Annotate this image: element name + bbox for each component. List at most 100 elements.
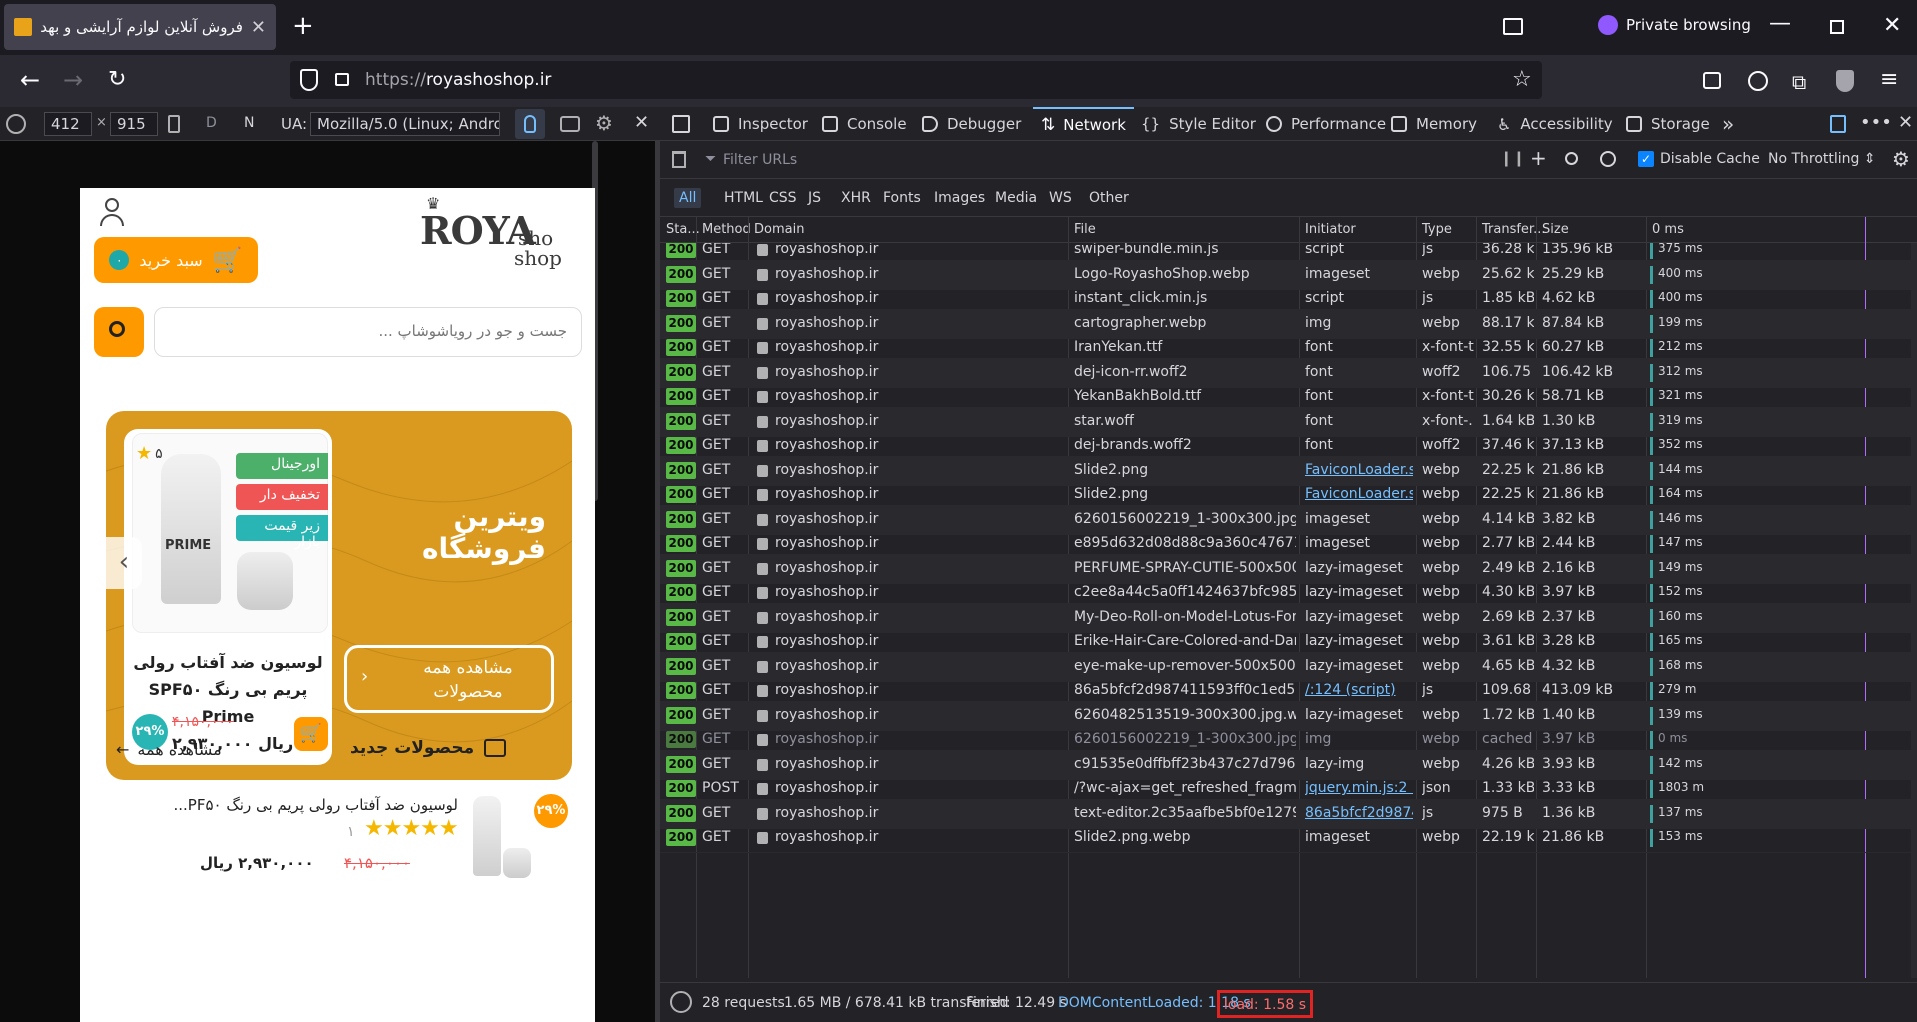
list-product-name[interactable]: لوسیون ضد آفتاب رولی پریم بی رنگ PF۵۰... xyxy=(158,796,458,814)
pocket-icon[interactable] xyxy=(1703,72,1721,89)
user-account-icon[interactable] xyxy=(100,198,124,226)
filter-all[interactable]: All xyxy=(674,188,702,208)
col-waterfall[interactable]: 0 ms xyxy=(1652,222,1684,237)
tab-console-label: Console xyxy=(847,115,907,133)
add-request-blocking-icon[interactable]: + xyxy=(1530,146,1547,170)
filter-media[interactable]: Media xyxy=(990,188,1042,208)
product-card[interactable]: PRIME ★ ۵ اورجینال تخفیف دار زیر قیمت با… xyxy=(124,429,332,765)
tab-inspector[interactable]: Inspector xyxy=(713,107,808,141)
filter-ws[interactable]: WS xyxy=(1044,188,1077,208)
secure-lock-icon xyxy=(757,562,768,575)
slider-prev-arrow[interactable]: ‹ xyxy=(106,537,142,589)
add-to-cart-button[interactable]: 🛒 xyxy=(294,717,328,751)
close-window-icon[interactable]: ✕ xyxy=(1883,14,1901,38)
tab-performance[interactable]: Performance xyxy=(1266,107,1386,141)
tab-debugger[interactable]: Debugger xyxy=(922,107,1021,141)
cell-initiator: font xyxy=(1305,412,1333,429)
search-button[interactable] xyxy=(94,307,144,357)
search-input[interactable]: جست و جو در رویاشوشاپ ... xyxy=(154,307,582,357)
close-rdm-icon[interactable]: ✕ xyxy=(634,112,649,133)
rotate-viewport-icon[interactable] xyxy=(168,115,180,133)
filter-js[interactable]: JS xyxy=(803,188,826,208)
filter-xhr[interactable]: XHR xyxy=(836,188,876,208)
view-all-products-button[interactable]: مشاهده همه محصولات ‹ xyxy=(344,645,554,713)
block-requests-icon[interactable] xyxy=(1600,151,1616,167)
network-settings-gear-icon[interactable]: ⚙ xyxy=(1892,147,1910,171)
col-status[interactable]: Sta... xyxy=(666,222,700,237)
dock-side-icon[interactable] xyxy=(1830,115,1846,133)
account-icon[interactable] xyxy=(1748,71,1768,91)
url-bar[interactable]: https://royashoshop.ir ☆ xyxy=(290,61,1542,99)
privacy-badger-icon[interactable] xyxy=(1836,70,1854,92)
col-domain[interactable]: Domain xyxy=(754,222,804,237)
touch-simulation-button[interactable] xyxy=(515,109,545,139)
lock-icon[interactable] xyxy=(335,73,349,86)
restore-icon[interactable] xyxy=(1830,20,1844,34)
filter-other[interactable]: Other xyxy=(1084,188,1134,208)
reload-icon[interactable]: ↻ xyxy=(108,68,126,92)
back-icon[interactable]: ← xyxy=(20,68,40,92)
col-size[interactable]: Size xyxy=(1542,222,1569,237)
menu-icon[interactable]: ≡ xyxy=(1880,68,1898,92)
view-all-link[interactable]: مشاهده همه ← xyxy=(116,740,222,759)
filter-html[interactable]: HTML xyxy=(719,188,768,208)
summary-load: load: 1.58 s xyxy=(1217,990,1314,1018)
tab-style-editor[interactable]: {} Style Editor xyxy=(1141,107,1256,141)
filter-fonts[interactable]: Fonts xyxy=(878,188,926,208)
url-text[interactable]: https://royashoshop.ir xyxy=(365,70,551,90)
cell-file: instant_click.min.js xyxy=(1074,290,1208,306)
performance-analysis-icon[interactable] xyxy=(670,991,692,1013)
col-initiator[interactable]: Initiator xyxy=(1305,222,1356,237)
tab-accessibility[interactable]: ♿ Accessibility xyxy=(1497,107,1613,141)
cell-domain: royashoshop.ir xyxy=(775,608,879,625)
col-method[interactable]: Method xyxy=(702,222,751,237)
search-requests-icon[interactable] xyxy=(1565,152,1578,165)
close-tab-icon[interactable]: ✕ xyxy=(251,17,266,38)
settings-gear-icon[interactable]: ⚙ xyxy=(595,111,613,135)
cell-method: GET xyxy=(702,314,731,331)
site-logo[interactable]: ♛ ROYA sho shop xyxy=(420,194,580,270)
close-devtools-icon[interactable]: ✕ xyxy=(1898,112,1913,133)
throttling-select[interactable]: No Throttling ⇕ xyxy=(1768,151,1876,167)
shield-icon[interactable] xyxy=(300,69,318,91)
col-type[interactable]: Type xyxy=(1422,222,1452,237)
tab-console[interactable]: Console xyxy=(822,107,907,141)
device-selector-icon[interactable] xyxy=(6,114,26,134)
cart-button[interactable]: 🛒 سبد خرید ۰ xyxy=(94,237,258,283)
cell-transferred: 1.72 kB xyxy=(1482,706,1534,723)
col-file[interactable]: File xyxy=(1074,222,1096,237)
tab-strip: فروش آنلاین لوازم آرایشی و بهداشتی ✕ + P… xyxy=(0,0,1917,55)
filter-images[interactable]: Images xyxy=(929,188,990,208)
tab-network[interactable]: ⇅ Network xyxy=(1033,107,1134,141)
bookmark-star-icon[interactable]: ☆ xyxy=(1512,67,1532,92)
viewport-width-input[interactable]: 412 xyxy=(44,112,92,136)
tab-memory[interactable]: Memory xyxy=(1391,107,1477,141)
filter-css[interactable]: CSS xyxy=(764,188,802,208)
forward-icon[interactable]: → xyxy=(63,68,83,92)
devtools-options-icon[interactable]: ••• xyxy=(1860,112,1892,133)
list-item[interactable]: ۲۹% لوسیون ضد آفتاب رولی پریم بی رنگ PF۵… xyxy=(80,788,595,1022)
list-cap-shape xyxy=(503,848,531,878)
cell-status: 200 xyxy=(666,363,696,381)
requests-scrollbar[interactable] xyxy=(1911,243,1917,978)
viewport-height-input[interactable]: 915 xyxy=(110,112,158,136)
more-tabs-button[interactable]: » xyxy=(1722,107,1734,141)
element-picker-icon[interactable] xyxy=(672,115,690,133)
table-row[interactable]: 200 GET royashoshop.ir Slide2.png.webp image… xyxy=(660,823,1917,853)
browser-tab[interactable]: فروش آنلاین لوازم آرایشی و بهداشتی ✕ xyxy=(4,4,276,50)
clear-log-trash-icon[interactable] xyxy=(672,151,686,168)
cell-size: 3.82 kB xyxy=(1542,510,1596,527)
new-tab-button[interactable]: + xyxy=(292,13,314,39)
disable-cache-checkbox[interactable]: ✓ xyxy=(1638,151,1654,167)
user-agent-input[interactable]: Mozilla/5.0 (Linux; Android xyxy=(310,112,500,136)
screenshot-camera-icon[interactable] xyxy=(560,116,580,132)
cell-domain: royashoshop.ir xyxy=(775,829,879,845)
extensions-icon[interactable]: ⧉ xyxy=(1792,70,1806,94)
dpr-select[interactable]: D xyxy=(206,115,217,131)
pause-recording-icon[interactable]: ❙❙ xyxy=(1500,149,1525,167)
minimize-icon[interactable]: — xyxy=(1769,12,1791,36)
tab-list-icon[interactable] xyxy=(1503,18,1523,35)
filter-urls-input[interactable]: ⏷ Filter URLs xyxy=(705,149,1305,171)
tab-storage[interactable]: Storage xyxy=(1626,107,1710,141)
network-throttle-select[interactable]: N xyxy=(244,115,254,131)
